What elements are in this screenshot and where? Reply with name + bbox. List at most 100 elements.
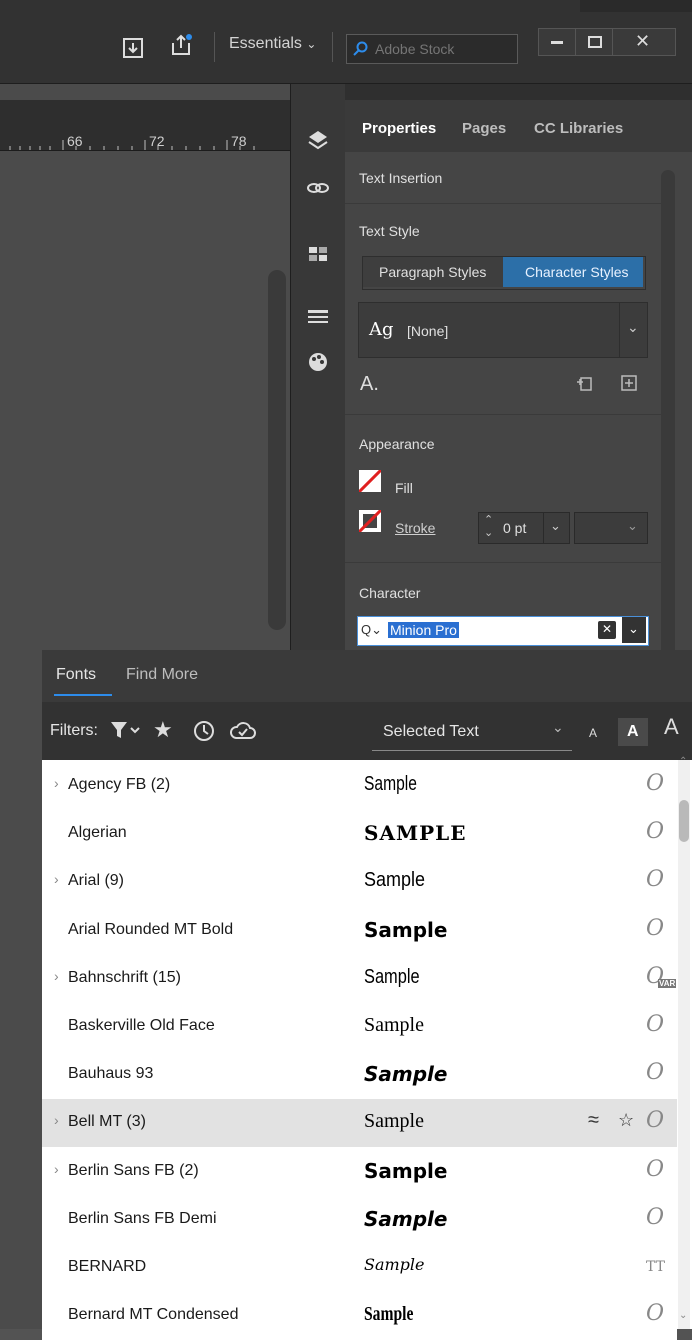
recently-added-clock-icon[interactable]	[193, 720, 215, 747]
style-value: [None]	[407, 323, 449, 339]
stroke-weight-stepper[interactable]: ⌃ ⌄ 0 pt ⌄	[478, 512, 570, 544]
expand-chevron-icon[interactable]: ›	[54, 1161, 59, 1177]
font-list-item[interactable]: › Bell MT (3) Sample ≈ ☆ O	[42, 1099, 677, 1148]
opentype-font-icon: O	[646, 867, 665, 893]
tab-properties[interactable]: Properties	[362, 120, 436, 137]
favorite-star-icon[interactable]: ☆	[618, 1110, 634, 1131]
swatches-icon[interactable]	[305, 241, 331, 267]
scroll-down-arrow-icon[interactable]: ⌄	[679, 1310, 687, 1321]
links-icon[interactable]	[305, 174, 331, 200]
close-button[interactable]: ✕	[612, 28, 676, 56]
font-list-item[interactable]: › Arial (9) Sample O	[42, 858, 677, 907]
font-family-value[interactable]: Minion Pro	[388, 622, 459, 638]
horizontal-ruler: 66 72 78	[0, 100, 290, 151]
chevron-down-icon[interactable]: ⌄	[552, 719, 564, 736]
tab-cc-libraries[interactable]: CC Libraries	[534, 120, 623, 137]
paragraph-styles-button[interactable]: Paragraph Styles	[363, 257, 503, 287]
opentype-font-icon: O	[646, 771, 665, 796]
filter-classification-icon[interactable]	[110, 720, 142, 745]
opentype-font-icon: O	[646, 1012, 665, 1037]
expand-chevron-icon[interactable]: ›	[54, 968, 59, 984]
expand-chevron-icon[interactable]: ›	[54, 871, 59, 887]
similar-fonts-icon[interactable]: ≈	[588, 1109, 599, 1132]
font-list-scroll-thumb[interactable]	[679, 800, 689, 842]
tab-pages[interactable]: Pages	[462, 120, 506, 137]
font-list-scrollbar[interactable]	[678, 760, 690, 1329]
scroll-up-arrow-icon[interactable]: ⌃	[679, 756, 687, 767]
color-palette-icon[interactable]	[305, 349, 331, 375]
font-name: Bernard MT Condensed	[68, 1306, 239, 1324]
tab-find-more[interactable]: Find More	[126, 666, 198, 684]
toolbar-divider	[332, 32, 333, 62]
font-name: Arial Rounded MT Bold	[68, 920, 234, 938]
preview-mode-value[interactable]: Selected Text	[383, 723, 479, 741]
font-list-item[interactable]: BERNARD Sample TT	[42, 1244, 677, 1292]
favorites-star-icon[interactable]: ★	[153, 717, 173, 743]
search-icon[interactable]: Q⌄	[361, 622, 382, 638]
appearance-heading: Appearance	[359, 436, 435, 452]
stroke-swatch[interactable]	[357, 508, 383, 537]
expand-chevron-icon[interactable]: ›	[54, 1112, 59, 1128]
document-scrollbar[interactable]	[268, 270, 286, 630]
font-family-field[interactable]: Q⌄ Minion Pro ✕ ⌄	[357, 616, 649, 646]
preview-size-small[interactable]: A	[589, 726, 597, 740]
font-name: Bell MT (3)	[68, 1113, 146, 1131]
opentype-font-icon: O	[646, 1204, 665, 1230]
expand-chevron-icon[interactable]: ›	[54, 775, 59, 791]
font-list-item[interactable]: Berlin Sans FB Demi Sample O	[42, 1195, 677, 1244]
clear-overrides-button[interactable]: A.	[360, 373, 379, 396]
minimize-button[interactable]	[538, 28, 576, 56]
fill-label: Fill	[395, 480, 413, 496]
font-sample: Sample	[364, 1303, 414, 1326]
character-styles-button[interactable]: Character Styles	[503, 257, 643, 287]
share-screen-icon[interactable]	[121, 36, 145, 65]
ruler-label: 78	[231, 133, 247, 149]
font-name: Agency FB (2)	[68, 776, 171, 793]
opentype-font-icon: O	[646, 819, 665, 845]
stroke-link[interactable]: Stroke	[395, 520, 435, 536]
activated-fonts-cloud-icon[interactable]	[230, 720, 256, 747]
share-icon[interactable]	[169, 33, 193, 62]
create-style-icon[interactable]	[576, 374, 594, 397]
clear-icon[interactable]: ✕	[598, 621, 616, 639]
filters-label: Filters:	[50, 722, 98, 739]
panel-scrollbar[interactable]	[661, 170, 675, 660]
font-list-item[interactable]: › Berlin Sans FB (2) Sample O	[42, 1147, 677, 1196]
stepper-arrows-icon[interactable]: ⌃ ⌄	[484, 514, 493, 540]
new-style-icon[interactable]	[620, 374, 638, 397]
maximize-button[interactable]	[575, 28, 613, 56]
layers-icon[interactable]	[305, 127, 331, 153]
font-list-item[interactable]: Algerian SAMPLE O	[42, 810, 677, 859]
preview-size-large[interactable]: A	[664, 714, 679, 740]
font-name: BERNARD	[68, 1258, 147, 1275]
font-sample: Sample	[364, 965, 420, 988]
text-style-heading: Text Style	[359, 223, 420, 239]
font-list-item[interactable]: › Agency FB (2) Sample O	[42, 762, 677, 810]
font-sample: Sample	[364, 1062, 448, 1087]
stroke-type-dropdown[interactable]: ⌄	[574, 512, 648, 544]
ruler-label: 66	[67, 133, 83, 149]
font-list-item[interactable]: Bauhaus 93 Sample O	[42, 1051, 677, 1100]
workspace-switcher[interactable]: Essentials ⌄	[229, 35, 316, 53]
font-list-item[interactable]: Arial Rounded MT Bold Sample O	[42, 906, 677, 955]
toolbar-divider	[214, 32, 215, 62]
font-name: Bahnschrift (15)	[68, 968, 181, 986]
panel-dock-strip	[290, 84, 346, 664]
stroke-weight-value: 0 pt	[503, 520, 527, 536]
font-dropdown-button[interactable]: ⌄	[622, 617, 646, 643]
stroke-panel-icon[interactable]	[305, 304, 331, 330]
search-input[interactable]	[373, 39, 515, 59]
font-name: Berlin Sans FB (2)	[68, 1161, 199, 1179]
divider	[345, 203, 661, 204]
font-list-item[interactable]: › Bahnschrift (15) Sample O VAR	[42, 954, 677, 1003]
fill-swatch[interactable]	[357, 468, 383, 497]
chevron-down-icon[interactable]: ⌄	[550, 518, 561, 534]
adobe-stock-search[interactable]	[346, 34, 518, 64]
font-list-item[interactable]: Bernard MT Condensed Sample O	[42, 1292, 677, 1340]
font-list-item[interactable]: Baskerville Old Face Sample O	[42, 1003, 677, 1051]
font-sample: Sample	[364, 1110, 424, 1133]
preview-size-medium-button[interactable]: A	[618, 718, 648, 746]
character-style-dropdown[interactable]: Ag [None] ⌄	[358, 302, 648, 358]
workspace-label: Essentials	[229, 35, 302, 52]
tab-fonts[interactable]: Fonts	[56, 666, 96, 684]
